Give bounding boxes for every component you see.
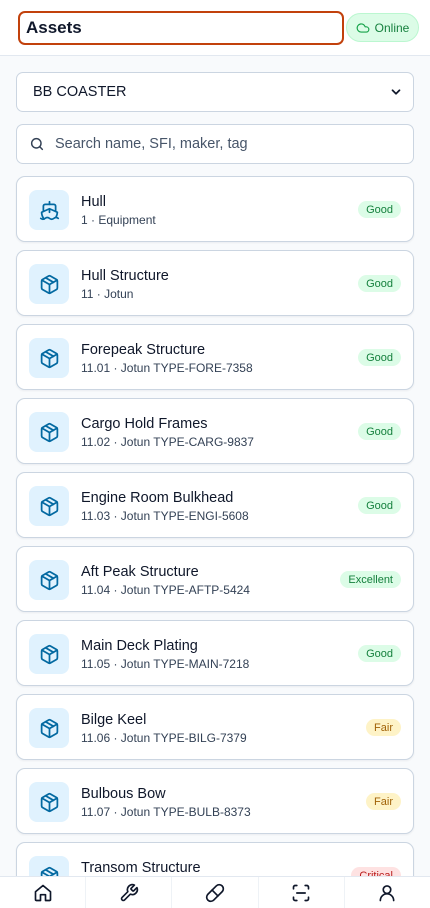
search-input[interactable]: [55, 136, 401, 152]
nav-profile[interactable]: [345, 877, 430, 908]
asset-subtitle: 11.03 · Jotun TYPE-ENGI-5608: [81, 509, 249, 523]
search-box[interactable]: [16, 124, 414, 164]
box-icon: [29, 486, 69, 526]
nav-maintenance[interactable]: [86, 877, 173, 908]
cloud-icon: [356, 22, 370, 33]
asset-card[interactable]: Bilge Keel 11.06 · Jotun TYPE-BILG-7379 Fa…: [16, 694, 414, 760]
status-badge: Good: [358, 201, 401, 218]
nav-scan[interactable]: [259, 877, 345, 908]
box-icon: [29, 412, 69, 452]
nav-supplies[interactable]: [172, 877, 259, 908]
online-status-label: Online: [374, 20, 410, 35]
asset-subtitle: 1 · Equipment: [81, 213, 156, 227]
home-icon: [33, 883, 53, 903]
app-header: Assets Online: [0, 0, 430, 56]
asset-card[interactable]: Engine Room Bulkhead 11.03 · Jotun TYPE-E…: [16, 472, 414, 538]
search-icon: [30, 137, 44, 151]
asset-name: Forepeak Structure: [81, 342, 206, 358]
status-badge: Good: [358, 497, 401, 514]
page-title: Assets: [18, 11, 344, 45]
vessel-select-value: BB COASTER: [33, 84, 127, 100]
bottom-nav: [0, 876, 430, 908]
box-icon: [29, 708, 69, 748]
asset-name: Engine Room Bulkhead: [81, 490, 234, 506]
box-icon: [29, 338, 69, 378]
asset-subtitle: 11.01 · Jotun TYPE-FORE-7358: [81, 361, 253, 375]
asset-subtitle: 11.07 · Jotun TYPE-BULB-8373: [81, 805, 251, 819]
asset-name: Aft Peak Structure: [81, 564, 199, 580]
asset-subtitle: 11.06 · Jotun TYPE-BILG-7379: [81, 731, 247, 745]
chevron-down-icon: [391, 89, 401, 95]
status-badge: Good: [358, 349, 401, 366]
box-icon: [29, 782, 69, 822]
asset-card[interactable]: Aft Peak Structure 11.04 · Jotun TYPE-AFT…: [16, 546, 414, 612]
box-icon: [29, 264, 69, 304]
status-badge: Good: [358, 645, 401, 662]
asset-name: Hull: [81, 194, 106, 210]
status-badge: Excellent: [340, 571, 401, 588]
asset-subtitle: 11 · Jotun: [81, 287, 134, 301]
online-status-badge: Online: [346, 13, 419, 42]
asset-name: Bulbous Bow: [81, 786, 166, 802]
asset-subtitle: 11.02 · Jotun TYPE-CARG-9837: [81, 435, 254, 449]
user-icon: [377, 883, 397, 903]
status-badge: Fair: [366, 719, 401, 736]
scan-icon: [291, 883, 311, 903]
status-badge: Good: [358, 423, 401, 440]
asset-card[interactable]: Cargo Hold Frames 11.02 · Jotun TYPE-CARG…: [16, 398, 414, 464]
wrench-icon: [119, 883, 139, 903]
nav-home[interactable]: [0, 877, 87, 908]
status-badge: Good: [358, 275, 401, 292]
asset-subtitle: 11.05 · Jotun TYPE-MAIN-7218: [81, 657, 250, 671]
asset-card[interactable]: Bulbous Bow 11.07 · Jotun TYPE-BULB-8373 F…: [16, 768, 414, 834]
asset-subtitle: 11.04 · Jotun TYPE-AFTP-5424: [81, 583, 250, 597]
asset-name: Cargo Hold Frames: [81, 416, 208, 432]
asset-card[interactable]: Hull 1 · Equipment Good: [16, 176, 414, 242]
asset-name: Transom Structure: [81, 860, 201, 876]
asset-card[interactable]: Main Deck Plating 11.05 · Jotun TYPE-MAIN…: [16, 620, 414, 686]
status-badge: Fair: [366, 793, 401, 810]
asset-card[interactable]: Hull Structure 11 · Jotun Good: [16, 250, 414, 316]
asset-name: Main Deck Plating: [81, 638, 198, 654]
box-icon: [29, 560, 69, 600]
asset-card[interactable]: Forepeak Structure 11.01 · Jotun TYPE-FOR…: [16, 324, 414, 390]
box-icon: [29, 634, 69, 674]
asset-name: Bilge Keel: [81, 712, 147, 728]
ship-icon: [29, 190, 69, 230]
pill-icon: [205, 883, 225, 903]
asset-name: Hull Structure: [81, 268, 169, 284]
vessel-select[interactable]: BB COASTER: [16, 72, 414, 112]
